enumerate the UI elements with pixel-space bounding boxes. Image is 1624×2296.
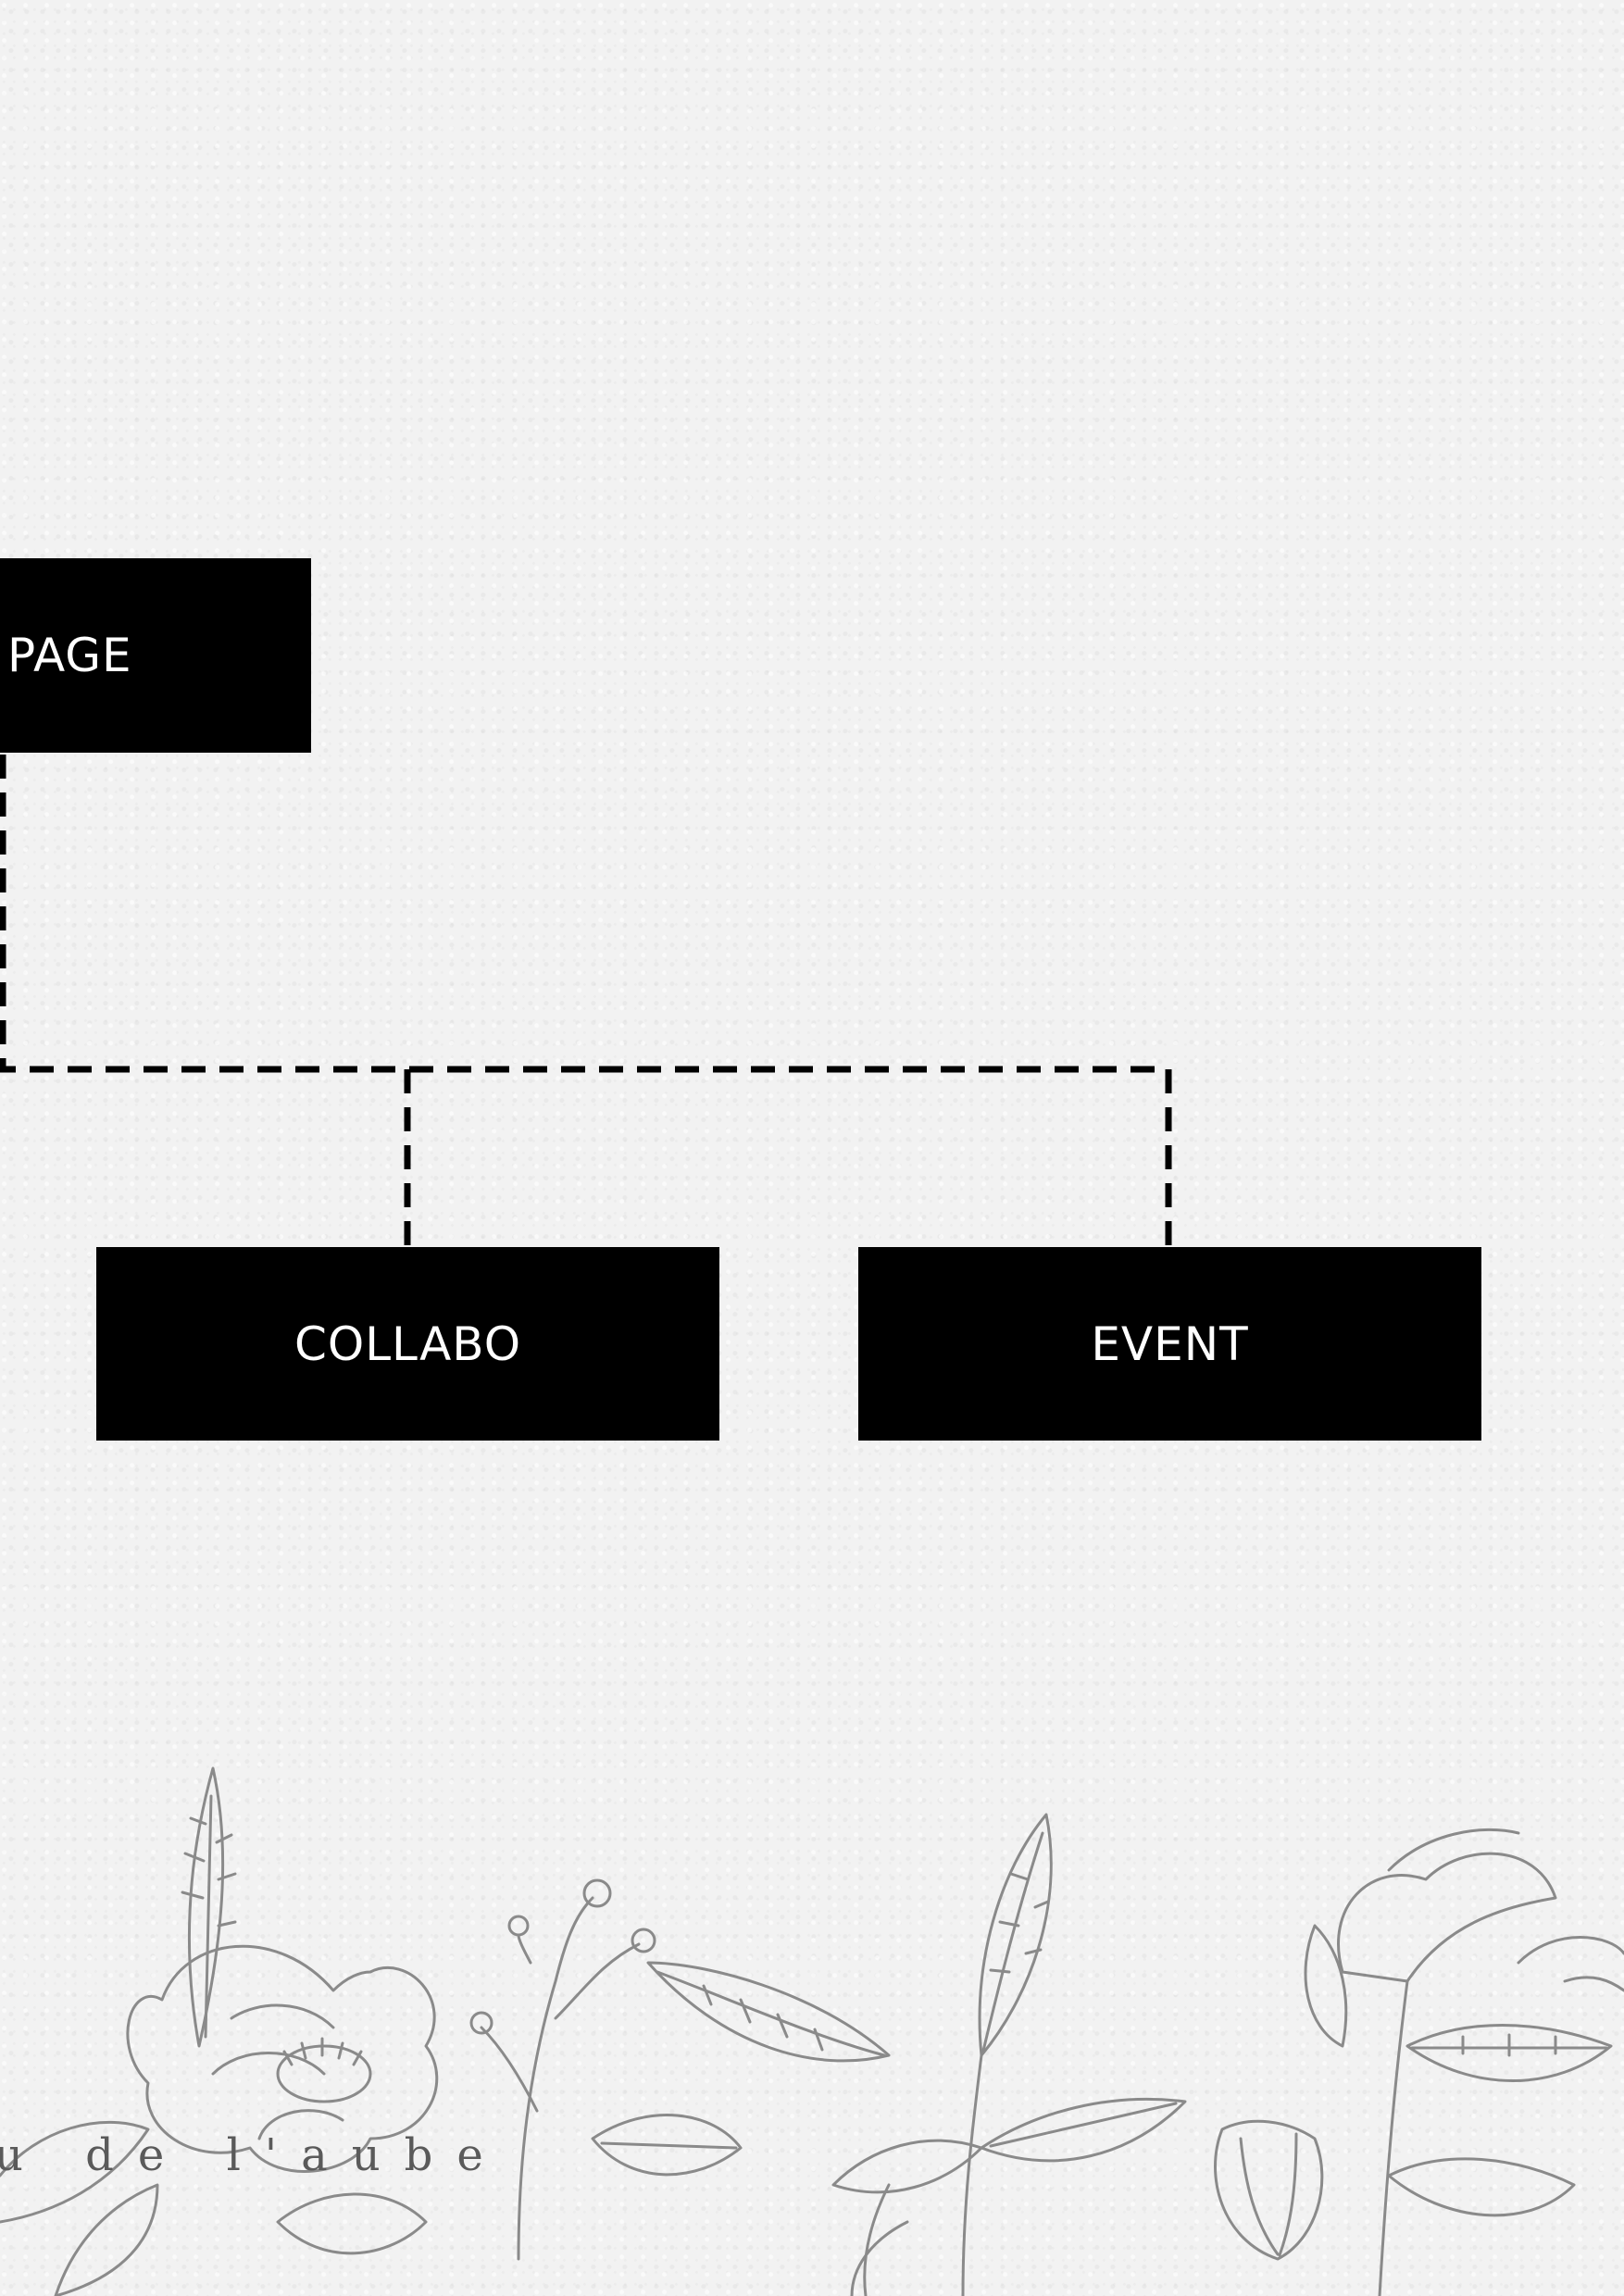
node-page: PAGE (0, 558, 311, 753)
node-event-label: EVENT (1091, 1316, 1249, 1371)
node-collabo: COLLABO (96, 1247, 719, 1441)
node-event: EVENT (858, 1247, 1481, 1441)
node-page-label: PAGE (7, 629, 132, 682)
node-collabo-label: COLLABO (294, 1316, 522, 1371)
botanical-illustration (0, 1766, 1624, 2296)
connector-page-down (0, 755, 1168, 1073)
brand-watermark: u de l'aube (0, 2129, 507, 2181)
